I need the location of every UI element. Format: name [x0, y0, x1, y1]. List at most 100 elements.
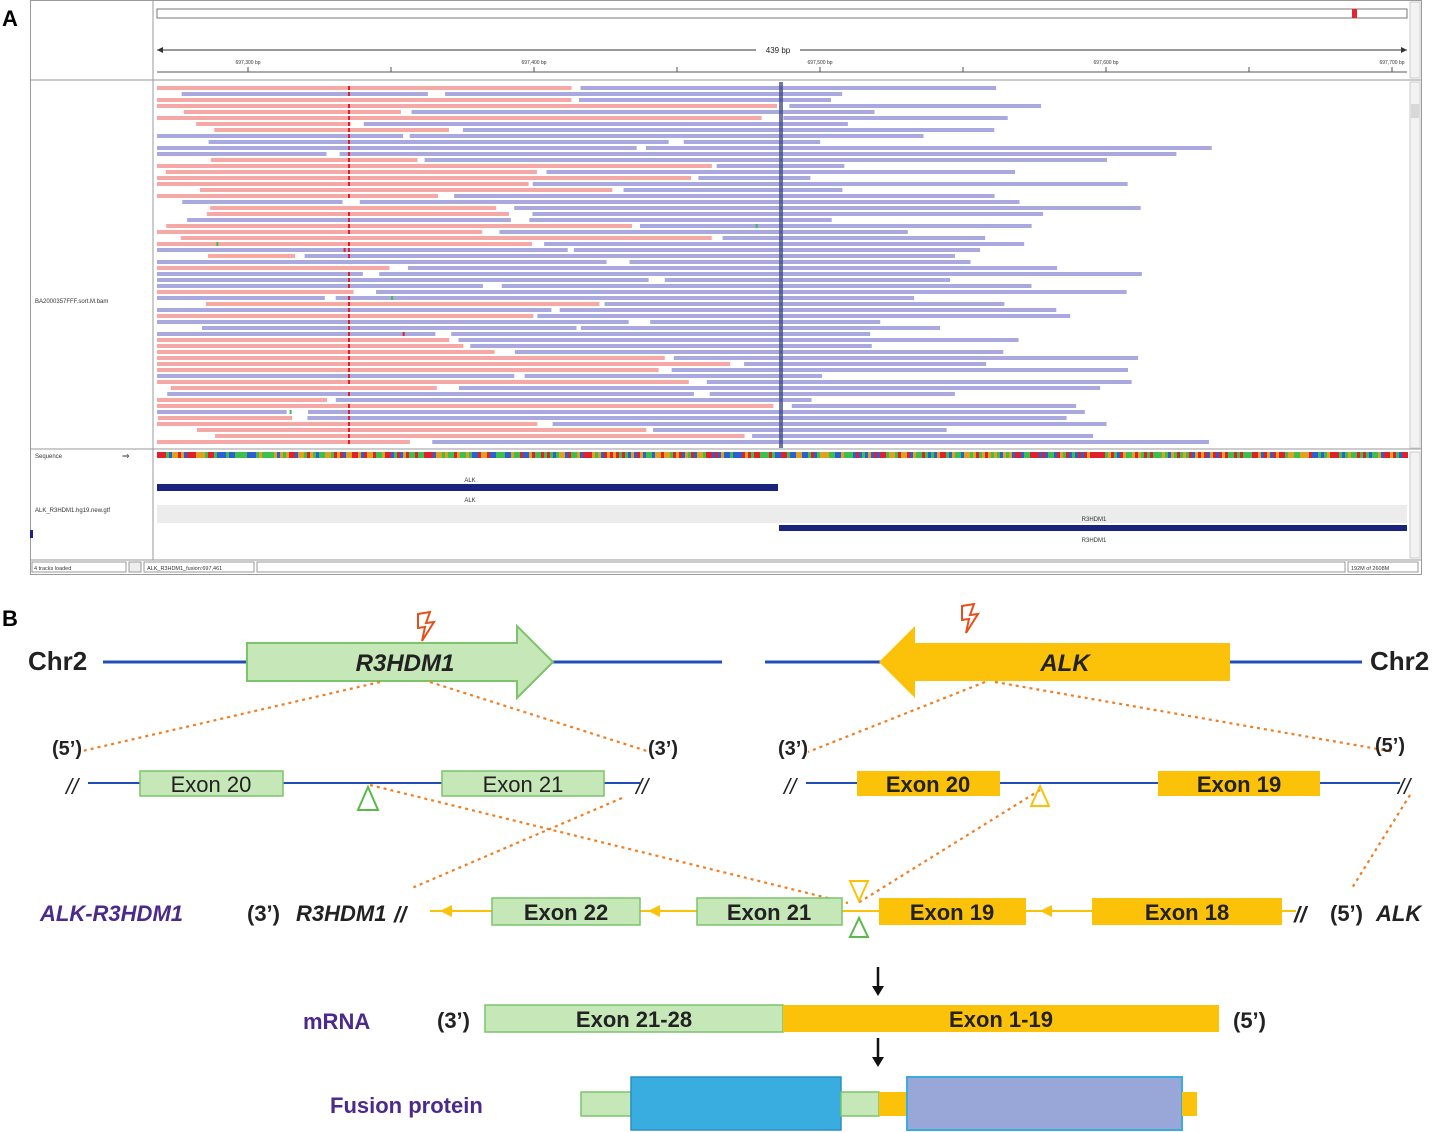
aligned-read — [407, 266, 1058, 270]
aligned-read — [157, 374, 515, 378]
ruler-tick-label: 697,400 bp — [521, 60, 546, 66]
reference-base — [853, 452, 856, 458]
aligned-read — [196, 428, 647, 432]
reference-base — [184, 452, 187, 458]
aligned-read — [339, 152, 1177, 156]
reference-base — [454, 452, 457, 458]
alignment-scroll-thumb[interactable] — [1411, 104, 1419, 118]
alignment-track-name: BA2000357FFF.sort.M.bam — [35, 299, 108, 305]
reference-base — [856, 452, 859, 458]
reference-base — [946, 452, 949, 458]
aligned-read — [664, 278, 951, 282]
reference-base — [208, 452, 211, 458]
aligned-read — [544, 242, 1025, 246]
alignment-scrollbar[interactable] — [1409, 81, 1421, 449]
reference-base — [706, 452, 709, 458]
reference-base — [814, 452, 817, 458]
aligned-read — [205, 302, 600, 306]
reference-base — [1354, 452, 1357, 458]
aligned-read — [157, 410, 287, 414]
aligned-read — [157, 404, 774, 408]
gene-track-scrollbar[interactable] — [1409, 451, 1421, 559]
reference-base — [1156, 452, 1159, 458]
aligned-read — [359, 200, 1020, 204]
aligned-read — [432, 440, 1209, 444]
aligned-read — [180, 236, 712, 240]
reference-base — [994, 452, 997, 458]
reference-base — [811, 452, 814, 458]
reference-base — [157, 452, 160, 458]
reference-base — [685, 452, 688, 458]
mismatch-base — [348, 176, 350, 180]
reference-base — [607, 452, 610, 458]
aligned-read — [157, 98, 572, 102]
r3hdm1-three-prime: (3’) — [648, 738, 678, 760]
reference-base — [574, 452, 577, 458]
aligned-read — [157, 314, 534, 318]
reference-base — [1321, 452, 1324, 458]
reference-base — [1312, 452, 1315, 458]
sequence-strand-arrow[interactable]: ⇒ — [122, 451, 130, 461]
status-toggle-icon[interactable] — [128, 561, 142, 573]
reference-base — [442, 452, 445, 458]
aligned-read — [698, 176, 811, 180]
mismatch-base — [348, 296, 350, 300]
reference-base — [1405, 452, 1408, 458]
aligned-read — [157, 152, 327, 156]
aligned-read — [157, 164, 712, 168]
reference-base — [964, 452, 967, 458]
reference-base — [1228, 452, 1231, 458]
reference-base — [1123, 452, 1126, 458]
mismatch-base — [391, 296, 394, 300]
reference-base — [820, 452, 823, 458]
reference-base — [769, 452, 772, 458]
aligned-read — [157, 230, 483, 234]
reference-base — [979, 452, 982, 458]
aligned-read — [165, 170, 537, 174]
status-locus: ALK_R3HDM1_fusion:697,461 — [147, 566, 222, 572]
aligned-read — [307, 416, 1067, 420]
reference-base — [898, 452, 901, 458]
r3hdm1-gene-label-top: R3HDM1 — [1082, 517, 1107, 523]
reference-base — [1054, 452, 1057, 458]
reference-base — [532, 452, 535, 458]
reference-base — [472, 452, 475, 458]
aligned-read — [537, 314, 1071, 318]
reference-base — [799, 452, 802, 458]
reference-base — [1063, 452, 1066, 458]
reference-base — [1018, 452, 1021, 458]
reference-base — [841, 452, 844, 458]
aligned-read — [501, 284, 1032, 288]
reference-base — [1276, 452, 1279, 458]
reference-base — [904, 452, 907, 458]
reference-base — [529, 452, 532, 458]
reference-base — [319, 452, 322, 458]
reference-base — [907, 452, 910, 458]
aligned-read — [789, 104, 1042, 108]
direction-arrow-icon — [1040, 905, 1052, 917]
reference-base — [1075, 452, 1078, 458]
reference-base — [523, 452, 526, 458]
reference-base — [1342, 452, 1345, 458]
reference-base — [1000, 452, 1003, 458]
reference-base — [1036, 452, 1039, 458]
reference-base — [1165, 452, 1168, 458]
aligned-read — [157, 350, 495, 354]
reference-base — [679, 452, 682, 458]
aligned-read — [157, 176, 692, 180]
gene-track-expanded-row — [157, 505, 1407, 523]
reference-base — [859, 452, 862, 458]
aligned-read — [580, 86, 997, 90]
reference-base — [1150, 452, 1153, 458]
aligned-read — [706, 380, 1132, 384]
reference-base — [292, 452, 295, 458]
aligned-read — [157, 332, 436, 336]
reference-base — [1192, 452, 1195, 458]
reference-base — [775, 452, 778, 458]
aligned-read — [157, 266, 390, 270]
aligned-read — [604, 302, 1005, 306]
ruler-scrollbar[interactable] — [1409, 1, 1421, 79]
reference-base — [886, 452, 889, 458]
reference-base — [1378, 452, 1381, 458]
reference-base — [1285, 452, 1288, 458]
